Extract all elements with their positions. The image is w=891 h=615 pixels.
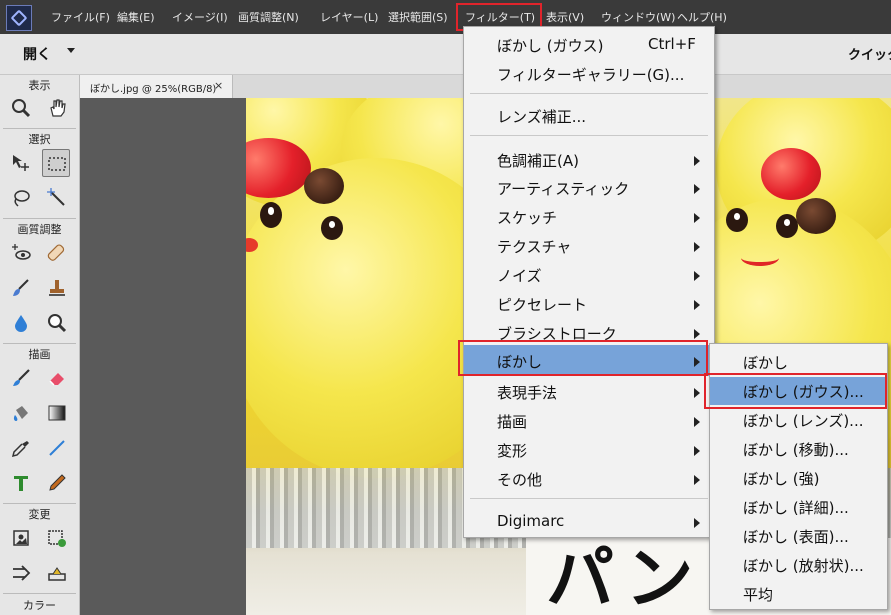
filter-menu-item[interactable]: Digimarc: [464, 508, 714, 536]
section-select: 選択: [28, 133, 51, 146]
zoom-icon[interactable]: [7, 94, 35, 122]
menu-layer[interactable]: レイヤー(L): [320, 9, 378, 25]
submenu-arrow-icon: [694, 300, 700, 310]
filter-menu-item[interactable]: 描画: [464, 407, 714, 435]
blur-item-callout: [458, 340, 708, 376]
document-tab-label: ぼかし.jpg @ 25%(RGB/8): [90, 84, 217, 95]
recompose-icon[interactable]: [43, 524, 71, 552]
filter-menu-item[interactable]: 色調補正(A): [464, 146, 714, 174]
app-logo-icon[interactable]: [6, 5, 32, 31]
submenu-arrow-icon: [694, 518, 700, 528]
filter-menu: ぼかし (ガウス) Ctrl+F フィルターギャラリー(G)... レンズ補正.…: [463, 26, 715, 538]
submenu-arrow-icon: [694, 242, 700, 252]
menu-bar: ファイル(F) 編集(E) イメージ(I) 画質調整(N) レイヤー(L) 選択…: [0, 0, 891, 34]
menu-select[interactable]: 選択範囲(S): [388, 9, 448, 25]
close-icon[interactable]: ×: [214, 79, 223, 92]
submenu-arrow-icon: [694, 388, 700, 398]
magic-wand-icon[interactable]: [43, 184, 71, 212]
filter-menu-item[interactable]: レンズ補正...: [464, 102, 714, 130]
smart-brush-icon[interactable]: [7, 274, 35, 302]
submenu-arrow-icon: [694, 475, 700, 485]
section-view: 表示: [28, 79, 51, 92]
filter-menu-item[interactable]: ノイズ: [464, 261, 714, 289]
tools-panel: 表示 選択 画質調整 描画 変更 カラー: [0, 75, 80, 615]
blur-submenu-item[interactable]: ぼかし (強): [710, 464, 887, 492]
paint-bucket-icon[interactable]: [7, 399, 35, 427]
filter-menu-item[interactable]: アーティスティック: [464, 174, 714, 202]
menu-edit[interactable]: 編集(E): [117, 9, 155, 25]
menu-image[interactable]: イメージ(I): [172, 9, 228, 25]
gaussian-blur-callout: [704, 373, 887, 409]
crop-icon[interactable]: [7, 524, 35, 552]
filter-menu-item[interactable]: フィルターギャラリー(G)...: [464, 60, 714, 88]
menu-window[interactable]: ウィンドウ(W): [601, 9, 675, 25]
blur-submenu-item[interactable]: ぼかし (レンズ)...: [710, 406, 887, 434]
blur-submenu-item[interactable]: ぼかし (表面)...: [710, 522, 887, 550]
red-eye-icon[interactable]: [7, 239, 35, 267]
lasso-icon[interactable]: [7, 184, 35, 212]
open-button[interactable]: 開く: [23, 44, 51, 64]
rectangular-marquee-icon[interactable]: [42, 149, 70, 177]
submenu-arrow-icon: [694, 417, 700, 427]
gradient-icon[interactable]: [43, 399, 71, 427]
section-draw: 描画: [28, 348, 51, 361]
clone-stamp-icon[interactable]: [43, 274, 71, 302]
blur-submenu-item[interactable]: ぼかし: [710, 348, 887, 376]
submenu-arrow-icon: [694, 213, 700, 223]
type-icon[interactable]: [7, 469, 35, 497]
section-modify: 変更: [28, 508, 51, 521]
line-icon[interactable]: [43, 434, 71, 462]
section-color: カラー: [23, 599, 56, 612]
document-tab[interactable]: ぼかし.jpg @ 25%(RGB/8) ×: [80, 75, 233, 98]
submenu-arrow-icon: [694, 271, 700, 281]
eraser-icon[interactable]: [43, 364, 71, 392]
brush-icon[interactable]: [7, 364, 35, 392]
open-dropdown-icon[interactable]: [67, 48, 75, 53]
menu-help[interactable]: ヘルプ(H): [677, 9, 727, 25]
eyedropper-icon[interactable]: [7, 434, 35, 462]
submenu-arrow-icon: [694, 156, 700, 166]
top-toolbar: 開く クイック: [0, 34, 891, 75]
section-enhance: 画質調整: [17, 223, 62, 236]
sponge-icon[interactable]: [43, 309, 71, 337]
spot-healing-icon[interactable]: [43, 239, 71, 267]
filter-menu-item[interactable]: その他: [464, 465, 714, 493]
filter-menu-item[interactable]: 変形: [464, 436, 714, 464]
filter-menu-item[interactable]: スケッチ: [464, 203, 714, 231]
blur-submenu-item[interactable]: ぼかし (詳細)...: [710, 493, 887, 521]
submenu-arrow-icon: [694, 184, 700, 194]
submenu-arrow-icon: [694, 446, 700, 456]
filter-menu-item[interactable]: ピクセレート: [464, 290, 714, 318]
filter-menu-item[interactable]: テクスチャ: [464, 232, 714, 260]
blur-submenu-item[interactable]: ぼかし (放射状)...: [710, 551, 887, 579]
content-move-icon[interactable]: [7, 559, 35, 587]
filter-menu-item[interactable]: ぼかし (ガウス) Ctrl+F: [464, 31, 714, 59]
blur-drop-icon[interactable]: [7, 309, 35, 337]
pencil-icon[interactable]: [43, 469, 71, 497]
blur-submenu-item[interactable]: ぼかし (移動)...: [710, 435, 887, 463]
quick-mode-tab[interactable]: クイック: [848, 44, 891, 63]
hand-icon[interactable]: [43, 94, 71, 122]
move-icon[interactable]: [7, 149, 35, 177]
straighten-icon[interactable]: [43, 559, 71, 587]
filter-menu-item[interactable]: 表現手法: [464, 378, 714, 406]
menu-enhance[interactable]: 画質調整(N): [238, 9, 299, 25]
submenu-arrow-icon: [694, 329, 700, 339]
menu-view[interactable]: 表示(V): [546, 9, 584, 25]
menu-file[interactable]: ファイル(F): [51, 9, 110, 25]
blur-submenu-item[interactable]: 平均: [710, 580, 887, 608]
